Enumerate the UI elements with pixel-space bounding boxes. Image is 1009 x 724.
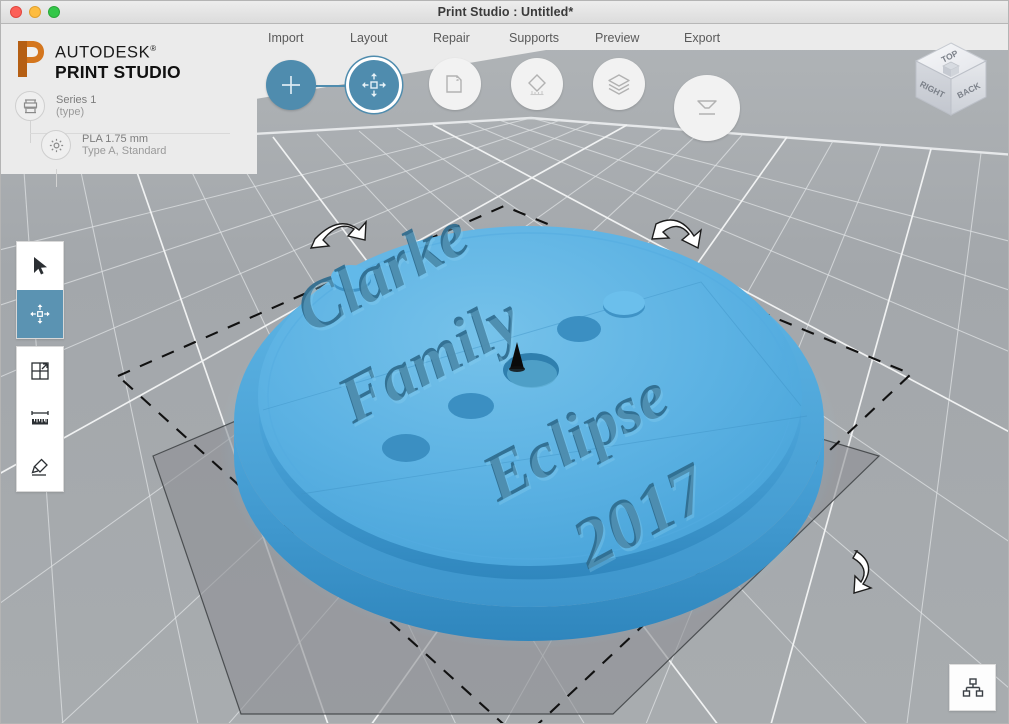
title-bar: Print Studio : Untitled*	[1, 1, 1008, 24]
workflow-toolbar: Import Layout Repair Supports Preview Ex…	[1, 24, 1008, 141]
tool-select[interactable]	[17, 242, 63, 290]
layers-icon	[608, 74, 630, 95]
ruler-icon	[31, 411, 49, 425]
export-icon	[697, 100, 717, 115]
workflow-label-repair: Repair	[433, 31, 470, 45]
panel-connector-vertical	[30, 121, 31, 143]
model-tree-button[interactable]	[949, 664, 996, 711]
workflow-step-layout[interactable]	[349, 60, 399, 110]
workflow-step-import[interactable]	[266, 60, 316, 110]
workflow-step-supports[interactable]	[511, 58, 563, 110]
view-cube-icon: TOP RIGHT BACK	[914, 42, 988, 116]
tool-measure[interactable]	[17, 395, 63, 443]
tool-move[interactable]	[17, 290, 63, 338]
workflow-step-repair[interactable]	[429, 58, 481, 110]
workflow-label-export: Export	[684, 31, 721, 45]
workflow-step-export[interactable]	[674, 75, 740, 141]
material-profile: Type A, Standard	[82, 145, 167, 157]
tool-group-transform	[16, 241, 64, 339]
workflow-step-preview[interactable]	[593, 58, 645, 110]
maximize-button[interactable]	[48, 6, 60, 18]
tool-group-utility	[16, 346, 64, 492]
workflow-label-layout: Layout	[350, 31, 388, 45]
workflow-label-supports: Supports	[509, 31, 560, 45]
hierarchy-icon	[962, 677, 983, 697]
view-cube[interactable]: TOP RIGHT BACK	[910, 37, 992, 123]
move-arrows-icon	[30, 304, 50, 324]
workflow-label-import: Import	[268, 31, 304, 45]
minimize-button[interactable]	[29, 6, 41, 18]
support-tool-icon	[31, 458, 48, 476]
gear-icon-wrap	[41, 130, 71, 160]
workflow-label-preview: Preview	[595, 31, 640, 45]
move-icon	[362, 73, 386, 97]
close-button[interactable]	[10, 6, 22, 18]
gear-icon	[49, 138, 63, 152]
material-name: PLA 1.75 mm	[82, 132, 149, 145]
tool-palette	[16, 241, 64, 492]
panel-connector-vertical-2	[56, 169, 57, 187]
window-controls	[10, 6, 60, 18]
cursor-arrow-icon	[34, 257, 47, 275]
print-studio-window: Clarke Family Eclipse 2017 Clarke Family…	[0, 0, 1009, 724]
tool-support[interactable]	[17, 443, 63, 491]
material-row[interactable]: PLA 1.75 mm Type A, Standard	[41, 130, 230, 160]
window-title: Print Studio : Untitled*	[437, 5, 574, 19]
tool-scale[interactable]	[17, 347, 63, 395]
scale-icon	[31, 362, 49, 380]
repair-icon	[446, 75, 462, 93]
plus-icon	[282, 76, 300, 94]
supports-icon	[528, 74, 546, 96]
